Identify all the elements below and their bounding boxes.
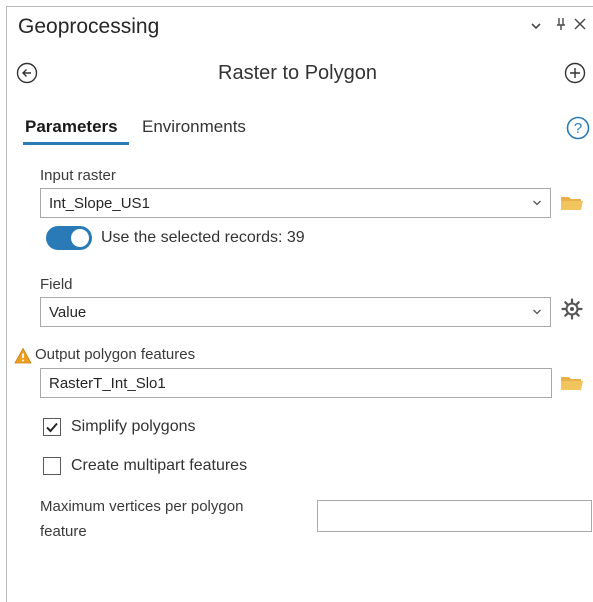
use-selected-toggle[interactable]	[46, 226, 92, 250]
help-button[interactable]: ?	[566, 116, 590, 140]
close-button[interactable]	[573, 17, 587, 36]
help-icon: ?	[566, 116, 590, 140]
close-icon	[574, 18, 586, 30]
use-selected-label: Use the selected records: 39	[101, 229, 305, 246]
output-features-input[interactable]: RasterT_Int_Slo1	[40, 368, 552, 398]
input-raster-dropdown[interactable]: Int_Slope_US1	[40, 188, 551, 218]
simplify-polygons-checkbox[interactable]	[43, 418, 61, 436]
field-value: Value	[49, 303, 87, 321]
multipart-checkbox[interactable]	[43, 457, 61, 475]
pane-menu-button[interactable]	[530, 18, 542, 36]
pane-title: Geoprocessing	[18, 15, 160, 38]
chevron-down-icon	[533, 200, 541, 206]
warning-icon-shape	[14, 347, 32, 364]
output-browse-button[interactable]	[560, 373, 584, 398]
input-raster-value: Int_Slope_US1	[49, 194, 150, 212]
max-vertices-label-line2: feature	[40, 523, 87, 540]
svg-text:?: ?	[574, 120, 582, 137]
add-icon	[564, 62, 586, 84]
multipart-label: Create multipart features	[71, 457, 248, 474]
folder-icon	[561, 197, 583, 210]
field-label: Field	[40, 276, 73, 293]
tab-parameters[interactable]: Parameters	[25, 117, 118, 137]
warning-icon	[14, 347, 32, 365]
tab-environments[interactable]: Environments	[142, 117, 246, 137]
output-features-value: RasterT_Int_Slo1	[49, 374, 166, 392]
output-features-label: Output polygon features	[35, 346, 196, 363]
gear-icon	[561, 298, 583, 320]
pin-icon	[557, 18, 565, 30]
chevron-down-icon	[533, 309, 541, 315]
max-vertices-input[interactable]	[317, 500, 592, 532]
folder-icon	[561, 377, 583, 390]
tool-title: Raster to Polygon	[218, 62, 377, 84]
field-dropdown[interactable]: Value	[40, 297, 551, 327]
max-vertices-label-line1: Maximum vertices per polygon	[40, 498, 244, 515]
add-button[interactable]	[564, 62, 586, 84]
checkmark-icon	[46, 422, 58, 433]
pin-button[interactable]	[555, 16, 567, 37]
chevron-down-icon	[531, 23, 541, 30]
simplify-polygons-label: Simplify polygons	[71, 418, 196, 435]
field-settings-button[interactable]	[561, 298, 583, 320]
input-raster-label: Input raster	[40, 167, 116, 184]
input-raster-browse-button[interactable]	[560, 193, 584, 218]
active-tab-indicator	[23, 142, 129, 145]
